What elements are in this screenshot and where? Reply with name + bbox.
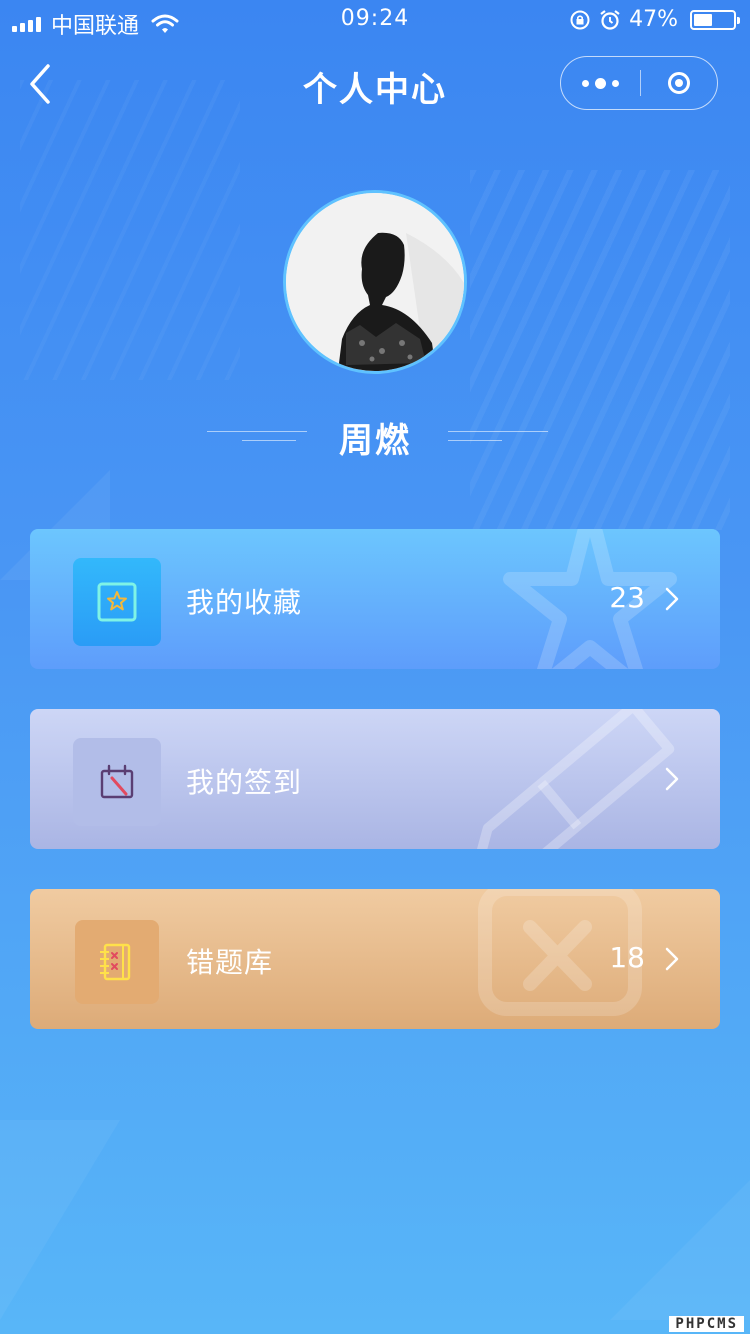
background-stripes [470, 170, 730, 530]
more-icon-dot [612, 79, 619, 87]
background-triangle [610, 1180, 750, 1320]
menu-item-sign-in[interactable]: 我的签到 [30, 709, 720, 849]
wrong-questions-book-icon [75, 920, 159, 1004]
menu-item-favorites[interactable]: 我的收藏 23 [30, 529, 720, 669]
background-triangle [0, 1120, 120, 1320]
avatar[interactable] [283, 190, 467, 374]
decorative-line [448, 440, 502, 441]
close-mini-program-button[interactable] [641, 57, 717, 109]
menu-item-count: 23 [609, 581, 645, 614]
decorative-line [448, 431, 548, 432]
menu-item-label: 我的签到 [186, 766, 303, 799]
more-icon [582, 79, 589, 87]
chevron-right-icon [665, 767, 679, 791]
menu-item-label: 我的收藏 [186, 586, 303, 619]
menu-item-label: 错题库 [186, 946, 274, 979]
menu-item-count: 18 [609, 941, 645, 974]
close-mini-program-icon [668, 72, 690, 94]
battery-level [694, 13, 712, 26]
avatar-photo [286, 193, 464, 371]
alarm-icon [600, 9, 620, 30]
mini-program-capsule [560, 56, 718, 110]
rotation-lock-icon [570, 10, 590, 29]
status-bar: 中国联通 09:24 47% [0, 0, 750, 40]
status-right: 47% [569, 7, 740, 32]
calendar-sign-in-icon [73, 738, 161, 826]
navigation-bar: 个人中心 [0, 40, 750, 128]
menu-item-wrong-questions[interactable]: 错题库 18 [30, 889, 720, 1029]
battery-percent: 47% [629, 7, 678, 32]
more-icon-dot [595, 77, 606, 89]
user-name: 周燃 [339, 421, 411, 461]
chevron-right-icon [665, 947, 679, 971]
username-row: 周燃 [0, 405, 750, 461]
watermark-logo: PHPCMS [669, 1316, 744, 1332]
chevron-right-icon [665, 587, 679, 611]
more-button[interactable] [561, 57, 640, 109]
battery-icon [690, 9, 740, 30]
favorite-star-icon [73, 558, 161, 646]
